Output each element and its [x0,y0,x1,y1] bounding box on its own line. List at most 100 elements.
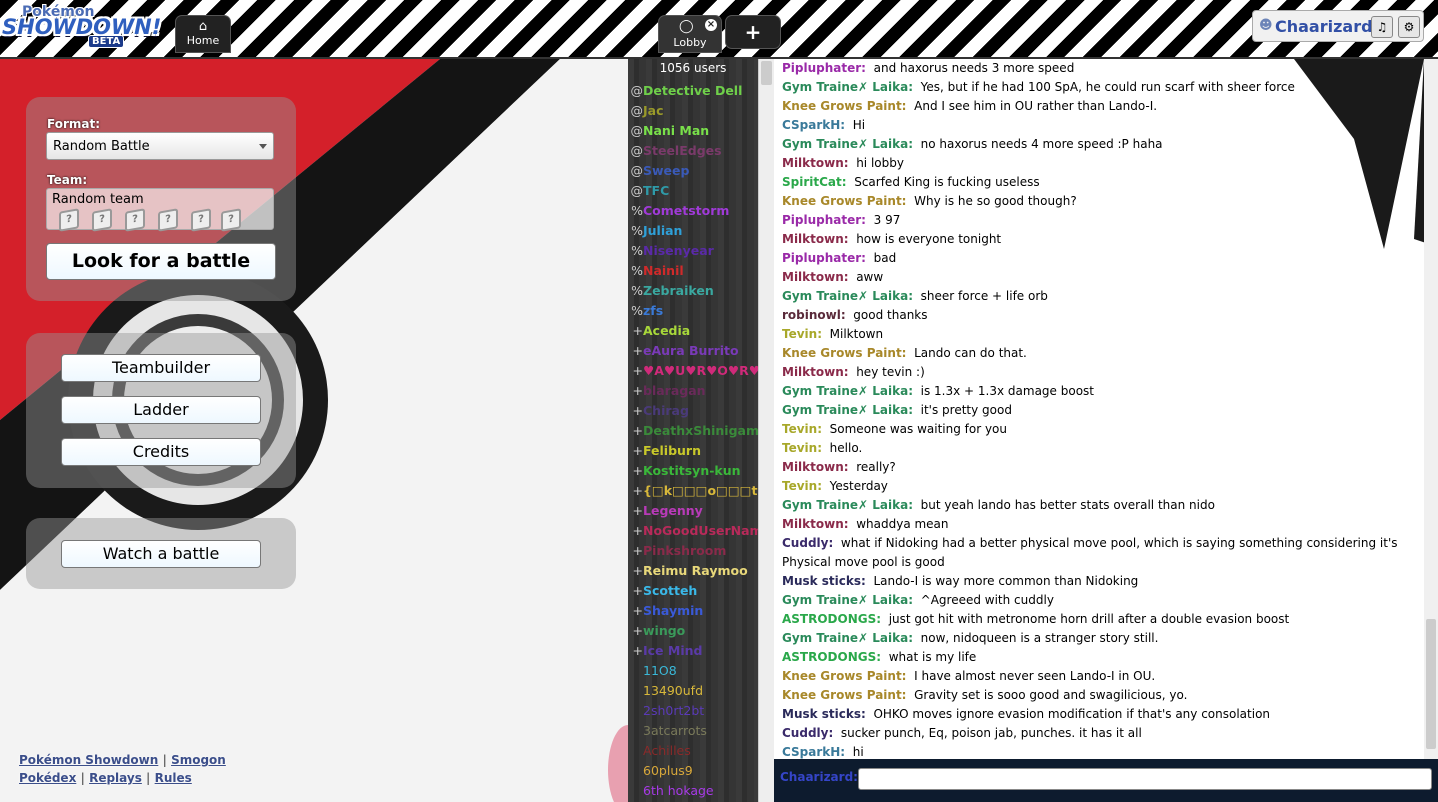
user-list-item[interactable]: @Nani Man [628,121,758,141]
user-name[interactable]: Shaymin [643,603,703,618]
user-list-item[interactable]: +{□k□□□o□□□t [628,481,758,501]
chat-author[interactable]: ASTRODONGS: [782,612,881,626]
chat-input[interactable] [858,768,1432,790]
chat-author[interactable]: CSparkH: [782,118,845,132]
user-list-item[interactable]: +Kostitsyn-kun [628,461,758,481]
chat-author[interactable]: Gym Traine✗ Laika: [782,289,913,303]
user-list-item[interactable]: 11O8 [628,661,758,681]
chat-author[interactable]: Milktown: [782,517,849,531]
chat-author[interactable]: Knee Grows Paint: [782,669,906,683]
chat-author[interactable]: Gym Traine✗ Laika: [782,403,913,417]
chat-author[interactable]: Cuddly: [782,726,833,740]
user-list-item[interactable]: +Pinkshroom [628,541,758,561]
chat-author[interactable]: Gym Traine✗ Laika: [782,137,913,151]
teambuilder-button[interactable]: Teambuilder [61,354,261,382]
user-name[interactable]: Legenny [643,503,703,518]
user-list-item[interactable]: 2sh0rt2bt [628,701,758,721]
chat-author[interactable]: Gym Traine✗ Laika: [782,631,913,645]
user-list-item[interactable]: 60plus9 [628,761,758,781]
chat-scrollbar[interactable] [1424,59,1438,759]
user-list-item[interactable]: +Feliburn [628,441,758,461]
user-name[interactable]: Chirag [643,403,689,418]
link-pokemon-showdown[interactable]: Pokémon Showdown [19,753,158,767]
user-name[interactable]: 11O8 [643,663,677,678]
pokemon-showdown-logo[interactable]: Pokémon SHOWDOWN! BETA [2,4,161,48]
chat-author[interactable]: SpiritCat: [782,175,847,189]
chat-author[interactable]: Pipluphater: [782,213,866,227]
chat-author[interactable]: Gym Traine✗ Laika: [782,498,913,512]
user-name[interactable]: 13490ufd [643,683,703,698]
chat-author[interactable]: Milktown: [782,270,849,284]
user-name[interactable]: Nani Man [643,123,709,138]
scrollbar-thumb[interactable] [761,61,772,85]
chat-author[interactable]: Cuddly: [782,536,833,550]
user-list-item[interactable]: @TFC [628,181,758,201]
link-replays[interactable]: Replays [89,771,142,785]
user-name[interactable]: eAura Burrito [643,343,739,358]
chat-author[interactable]: Musk sticks: [782,574,866,588]
chat-author[interactable]: ASTRODONGS: [782,650,881,664]
user-name[interactable]: Ice Mind [643,643,702,658]
chat-author[interactable]: Knee Grows Paint: [782,194,906,208]
user-list-item[interactable]: %Nisenyear [628,241,758,261]
user-name[interactable]: Sweep [643,163,689,178]
chat-author[interactable]: Musk sticks: [782,707,866,721]
user-name[interactable]: Acedia [643,323,690,338]
watch-battle-button[interactable]: Watch a battle [61,540,261,568]
chat-author[interactable]: Tevin: [782,327,822,341]
user-list-item[interactable]: @SteelEdges [628,141,758,161]
link-smogon[interactable]: Smogon [171,753,226,767]
user-list-item[interactable]: 13490ufd [628,681,758,701]
speaker-icon[interactable]: ♫ [1371,16,1393,38]
user-name[interactable]: Achilles [643,743,691,758]
user-name[interactable]: SteelEdges [643,143,722,158]
user-list-item[interactable]: +♥A♥U♥R♥O♥R♥A♥ [628,361,758,381]
user-list-item[interactable]: +Legenny [628,501,758,521]
chat-author[interactable]: CSparkH: [782,745,845,759]
user-name[interactable]: 2sh0rt2bt [643,703,704,718]
user-name[interactable]: Julian [643,223,682,238]
user-list-item[interactable]: +Shaymin [628,601,758,621]
ladder-button[interactable]: Ladder [61,396,261,424]
chat-author[interactable]: Tevin: [782,422,822,436]
look-for-battle-button[interactable]: Look for a battle [46,243,276,280]
user-list-item[interactable]: 3atcarrots [628,721,758,741]
user-name[interactable]: {□k□□□o□□□t [643,483,757,498]
user-list-item[interactable]: +Reimu Raymoo [628,561,758,581]
user-list-item[interactable]: %Nainil [628,261,758,281]
chat-author[interactable]: Milktown: [782,232,849,246]
chat-author[interactable]: Gym Traine✗ Laika: [782,80,913,94]
credits-button[interactable]: Credits [61,438,261,466]
user-name[interactable]: ♥A♥U♥R♥O♥R♥A♥ [643,363,758,378]
user-list-item[interactable]: @Sweep [628,161,758,181]
chat-author[interactable]: robinowl: [782,308,846,322]
close-icon[interactable]: × [705,19,717,31]
tab-lobby[interactable]: ◯ × Lobby [659,16,721,52]
user-name[interactable]: Cometstorm [643,203,729,218]
user-name[interactable]: Reimu Raymoo [643,563,748,578]
link-pokedex[interactable]: Pokédex [19,771,76,785]
chat-author[interactable]: Knee Grows Paint: [782,688,906,702]
user-list-item[interactable]: @Jac [628,101,758,121]
chat-author[interactable]: Knee Grows Paint: [782,99,906,113]
user-name[interactable]: NoGoodUserName [643,523,758,538]
user-list-item[interactable]: +wingo [628,621,758,641]
user-name[interactable]: Jac [643,103,664,118]
user-name[interactable]: Pinkshroom [643,543,726,558]
chat-author[interactable]: Gym Traine✗ Laika: [782,384,913,398]
chat-author[interactable]: Knee Grows Paint: [782,346,906,360]
user-name[interactable]: zfs [643,303,663,318]
scrollbar-thumb[interactable] [1426,619,1436,749]
user-list-item[interactable]: 6th hokage [628,781,758,801]
user-list-item[interactable]: +Ice Mind [628,641,758,661]
team-select[interactable]: Random team ? ? ? ? ? ? [46,188,274,232]
new-tab-button[interactable]: + [726,16,780,48]
user-name[interactable]: 60plus9 [643,763,693,778]
user-list-item[interactable]: +Scotteh [628,581,758,601]
user-name[interactable]: Nisenyear [643,243,714,258]
chat-author[interactable]: Tevin: [782,441,822,455]
user-list-scrollbar[interactable] [758,59,775,802]
chat-author[interactable]: Pipluphater: [782,251,866,265]
user-name[interactable]: Kostitsyn-kun [643,463,741,478]
user-list-item[interactable]: +Acedia [628,321,758,341]
